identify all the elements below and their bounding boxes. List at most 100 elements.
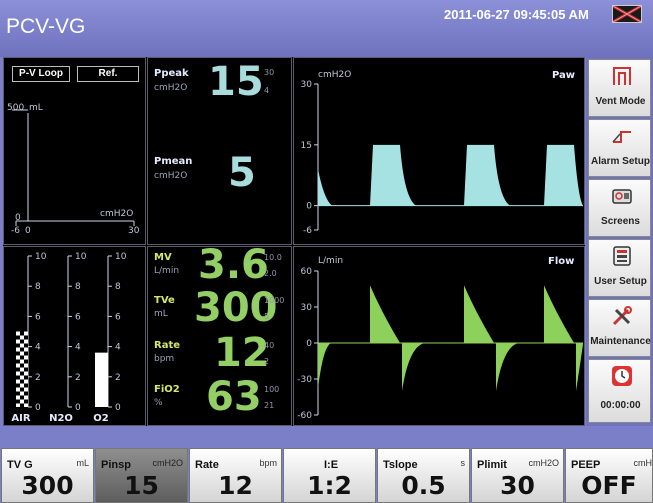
tve-unit: mL [154, 309, 168, 319]
setting-peep-name: PEEP [571, 459, 601, 471]
setting-tvg[interactable]: TV G mL 300 [1, 448, 94, 503]
gas-bar-label: O2 [93, 413, 109, 424]
alarm-icon [612, 131, 631, 143]
pmean-unit: cmH2O [154, 171, 188, 181]
pmean-label: Pmean [154, 156, 193, 167]
waveform-tick-label: -30 [297, 375, 312, 385]
alarm-setup-button[interactable]: Alarm Setup [588, 119, 651, 177]
mv-limit-low: 2.0 [264, 269, 277, 278]
setting-ie[interactable]: I:E 1:2 [283, 448, 376, 503]
gas-bar-tick-label: 2 [35, 373, 41, 383]
flow-exp [576, 342, 584, 391]
gas-bar-tick-label: 8 [75, 282, 81, 292]
gas-bar-tick-label: 0 [35, 403, 41, 413]
ppeak-limit-low: 4 [264, 86, 270, 95]
waveform-tick-label: 0 [306, 339, 312, 349]
gas-bar-tick-label: 4 [115, 343, 121, 353]
gas-bar-tick-label: 2 [75, 373, 81, 383]
setting-ie-name: I:E [324, 459, 339, 471]
gas-bar-tick-label: 4 [35, 343, 41, 353]
timer-label: 00:00:00 [600, 400, 641, 411]
screens-button[interactable]: Screens [588, 179, 651, 237]
rate-limit-high: 40 [264, 341, 275, 350]
gas-bar-tick-label: 10 [35, 252, 47, 262]
pv-x-tick-max: 30 [128, 226, 140, 236]
maintenance-icon [612, 306, 632, 326]
waveform-tick-label: 0 [306, 202, 312, 212]
fio2-label: FiO2 [154, 384, 180, 395]
gas-bar-label: N2O [49, 413, 73, 424]
gas-bar-tick-label: 8 [115, 282, 121, 292]
alarm-setup-label: Alarm Setup [591, 156, 650, 167]
setting-plimit-unit: cmH2O [528, 458, 559, 468]
language-flag-icon[interactable] [612, 5, 642, 23]
setting-tvg-name: TV G [7, 459, 33, 471]
pv-y-unit: mL [29, 103, 43, 113]
user-setup-button[interactable]: User Setup [588, 239, 651, 297]
gas-bar-tick-label: 0 [115, 403, 121, 413]
fio2-limit-high: 100 [264, 385, 280, 394]
tve-label: TVe [154, 295, 175, 306]
gas-bar-tick-label: 4 [75, 343, 81, 353]
gas-bar-graph: 1086420AIR1086420N2O1086420O2 [11, 252, 127, 424]
paw-breath [370, 144, 416, 206]
paw-waveform-panel: cmH2O Paw 30 15 0 -6 [293, 57, 585, 245]
flow-exp [402, 342, 430, 391]
setting-tslope-name: Tslope [383, 459, 418, 471]
volume-params-panel: MV L/min 3.6 10.0 2.0 TVe mL 300 1000 5 … [147, 242, 292, 426]
ppeak-label: Ppeak [154, 68, 189, 79]
pv-y-zero: 0 [15, 213, 21, 223]
maintenance-button[interactable]: Maintenance [588, 299, 651, 357]
waveform-tick-label: -60 [297, 411, 312, 421]
flow-exp [496, 342, 524, 391]
setting-plimit[interactable]: Plimit cmH2O 30 [471, 448, 564, 503]
vent-mode-icon [613, 67, 631, 85]
setting-plimit-value: 30 [500, 471, 535, 500]
setting-rate[interactable]: Rate bpm 12 [189, 448, 282, 503]
setting-pinsp-unit: cmH2O [152, 458, 183, 468]
setting-tslope-value: 0.5 [401, 471, 446, 500]
timer-button[interactable]: 00:00:00 [588, 359, 651, 423]
setting-peep-value: OFF [581, 471, 637, 500]
gas-bar-tick-label: 10 [115, 252, 127, 262]
rate-limit-low: 2 [264, 357, 270, 366]
waveform-tick-label: -6 [303, 226, 312, 236]
pv-x-tick-zero: 0 [25, 226, 31, 236]
gas-bar-tick-label: 6 [35, 312, 41, 322]
setting-rate-unit: bpm [259, 458, 277, 468]
ppeak-value: 15 [208, 59, 264, 105]
setting-pinsp[interactable]: Pinsp cmH2O 15 [95, 448, 188, 503]
gas-bar-tick-label: 2 [115, 373, 121, 383]
gas-bar-tick-label: 10 [75, 252, 87, 262]
tve-value: 300 [194, 285, 278, 331]
setting-tvg-value: 300 [21, 471, 74, 500]
fio2-value: 63 [206, 374, 262, 420]
flow-exp-tail [318, 342, 334, 389]
setting-tslope-unit: s [460, 458, 466, 468]
mv-value: 3.6 [198, 242, 269, 288]
ventilation-mode-title: PCV-VG [6, 15, 86, 38]
setting-peep[interactable]: PEEP cmH2O OFF [565, 448, 653, 503]
flow-waveform-panel: L/min Flow 60 30 0 -30 -60 [293, 246, 585, 426]
rate-label: Rate [154, 340, 181, 351]
flow-insp [464, 285, 494, 343]
date-time: 2011-06-27 09:45:05 AM [444, 7, 589, 22]
ppeak-limit-high: 30 [264, 68, 275, 77]
pv-x-tick-min: -6 [11, 226, 20, 236]
user-setup-icon [613, 246, 631, 266]
fio2-limit-low: 21 [264, 401, 275, 410]
setting-pinsp-name: Pinsp [101, 459, 131, 471]
paw-breath [544, 144, 583, 206]
vent-mode-button[interactable]: Vent Mode [588, 59, 651, 117]
setting-peep-unit: cmH2O [633, 458, 652, 468]
setting-tslope[interactable]: Tslope s 0.5 [377, 448, 470, 503]
gas-bars-panel: 10 8 6 4 2 0 AIR 10 8 6 4 2 0 N2O 10 8 6 4 2 0 O2 [3, 246, 146, 426]
rate-unit: bpm [154, 354, 175, 364]
setting-tvg-unit: mL [76, 458, 89, 468]
timer-icon [612, 366, 632, 386]
screens-label: Screens [601, 216, 640, 227]
waveform-tick-label: 30 [301, 80, 313, 90]
paw-decay [318, 169, 332, 206]
rate-value: 12 [214, 330, 270, 376]
setting-ie-value: 1:2 [307, 471, 352, 500]
